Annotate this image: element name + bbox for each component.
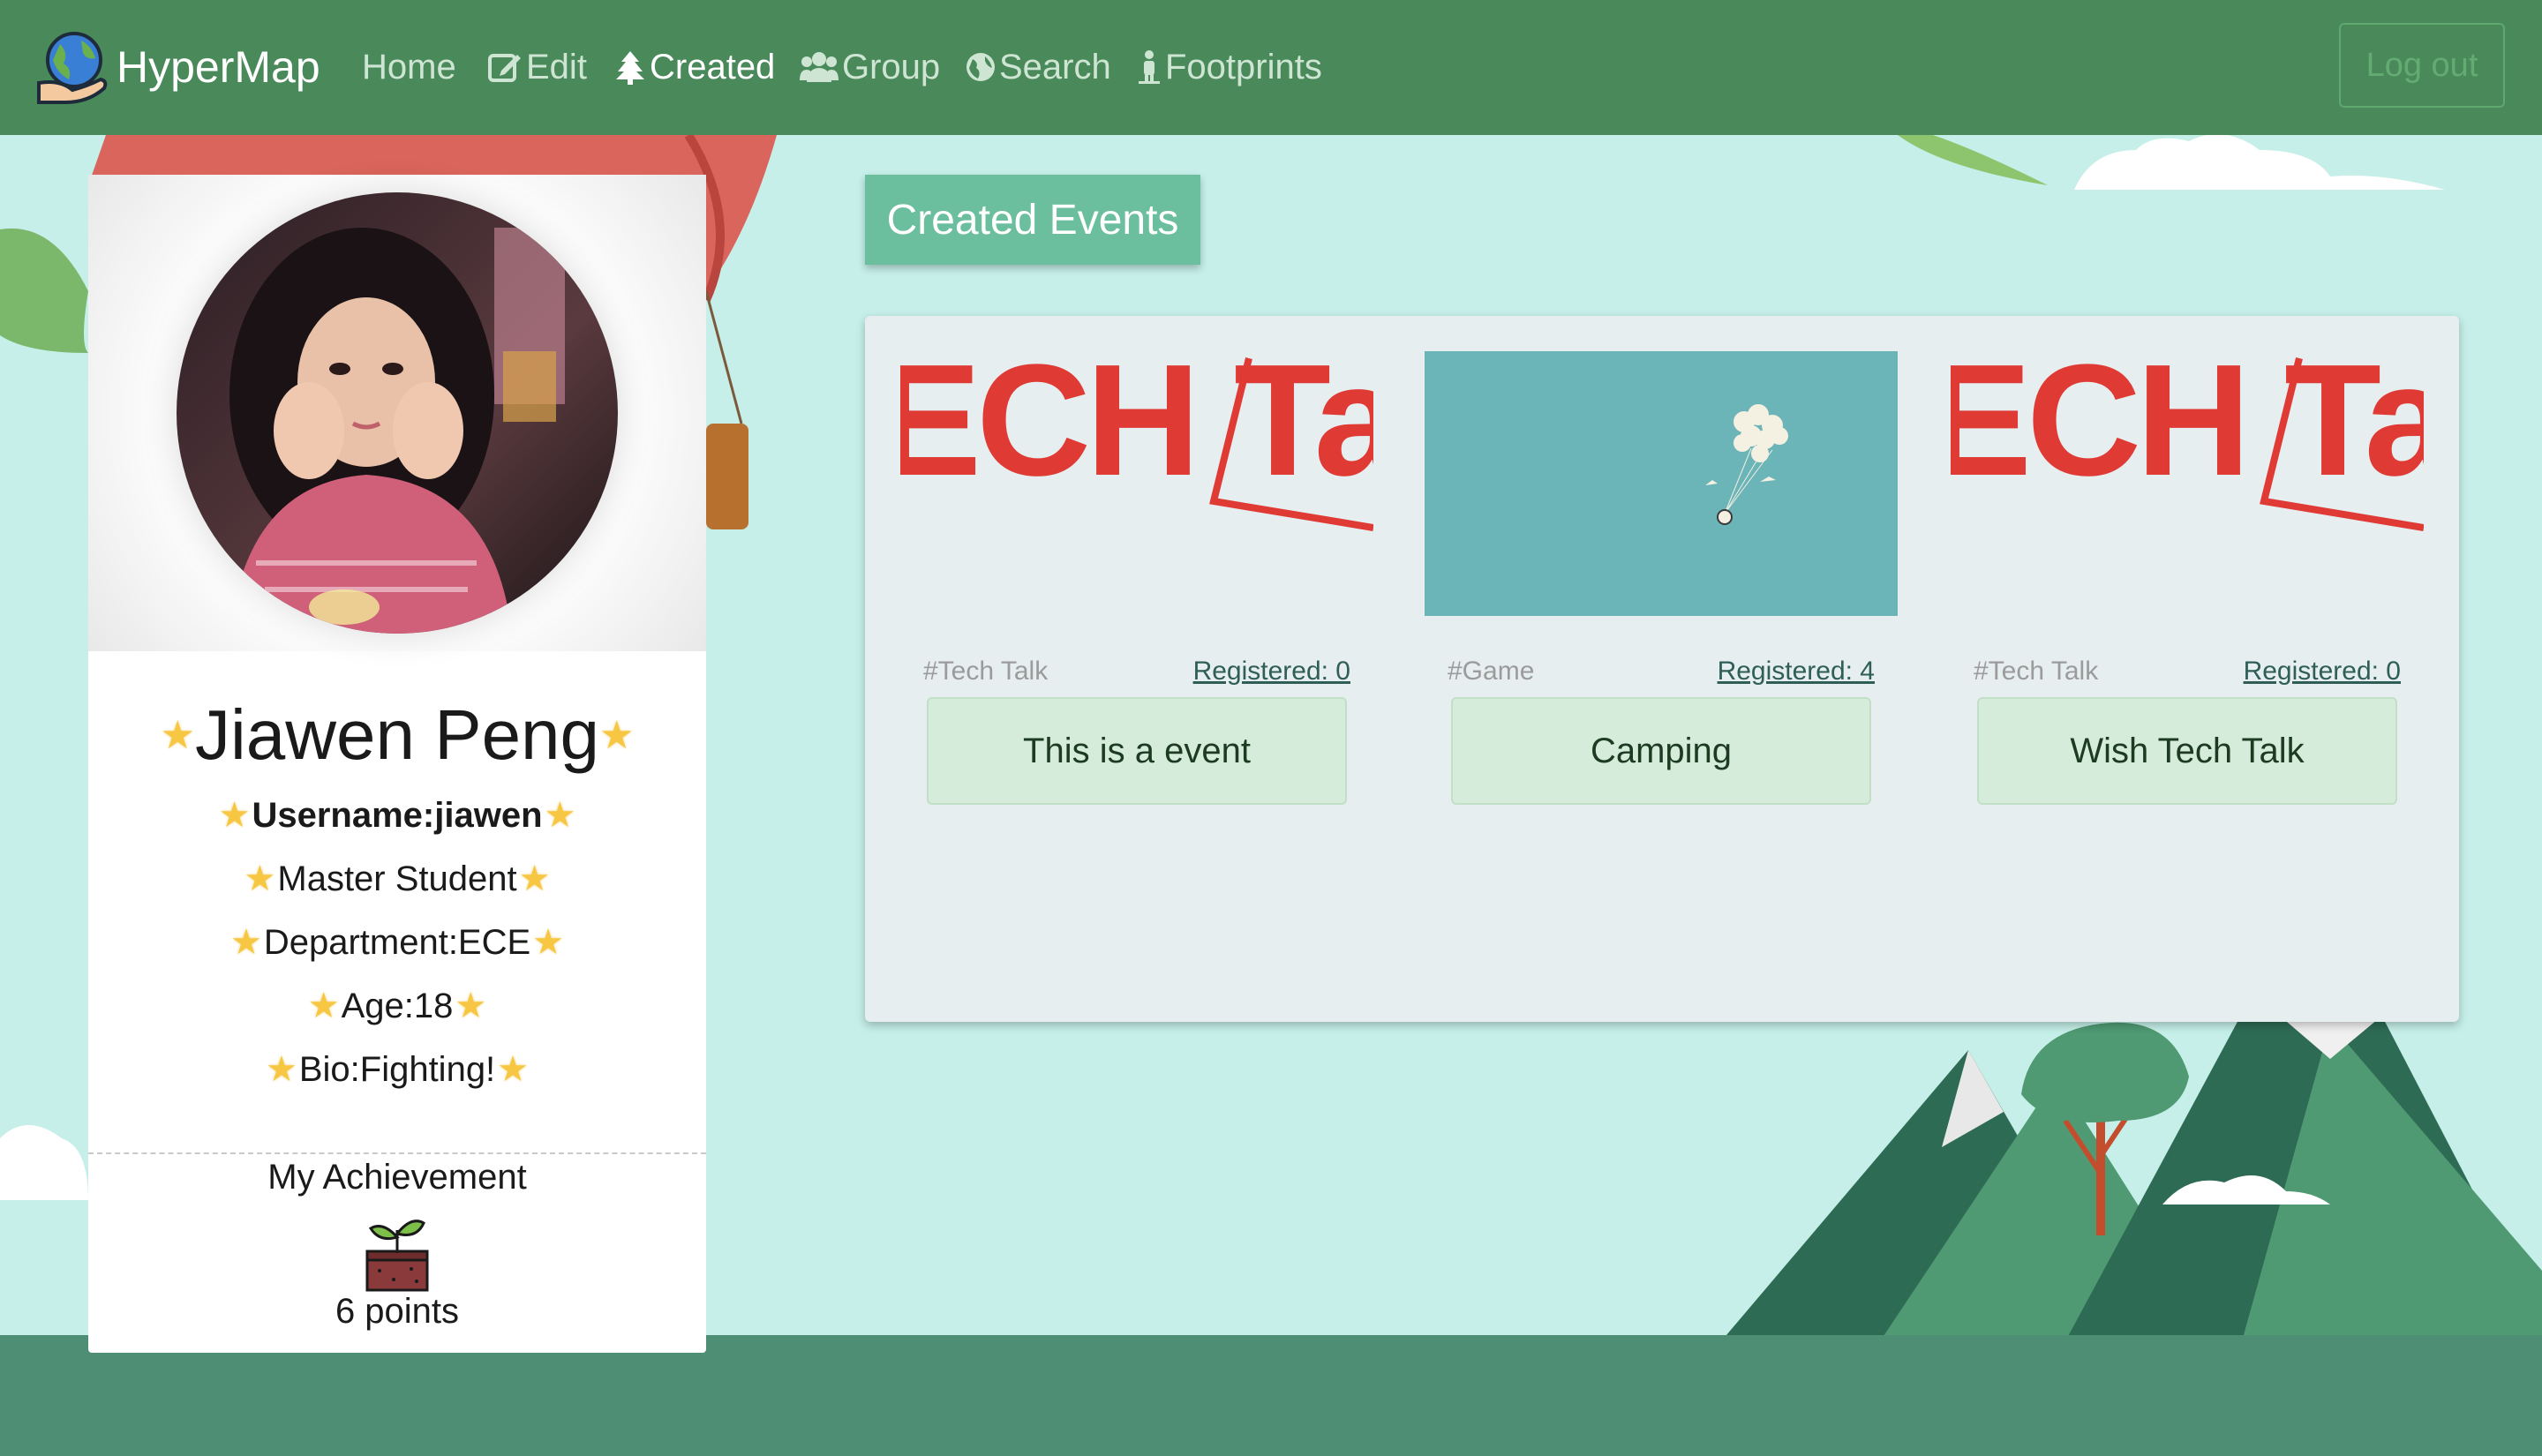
banner-text: ECH Ta [1951, 351, 2424, 509]
nav-edit[interactable]: Edit [487, 41, 587, 94]
top-navbar: HyperMap Home Edit Created Group Search … [0, 0, 2542, 135]
brand-link[interactable]: HyperMap [34, 28, 320, 106]
profile-age-row: ★ Age:18 ★ [88, 981, 706, 1031]
person-icon [1139, 50, 1160, 84]
event-card: ECH Ta #Tech Talk Registered: 0 This is … [900, 316, 1377, 810]
logout-button[interactable]: Log out [2339, 23, 2505, 108]
globe-icon [966, 53, 995, 81]
ground-strip [0, 1335, 2542, 1456]
tech-talk-banner: ECH Ta [900, 351, 1373, 531]
profile-role: Master Student [277, 859, 517, 898]
sprout-icon [365, 1220, 429, 1292]
star-icon: ★ [455, 987, 487, 1025]
profile-card: ★ Jiawen Peng ★ ★ Username:jiawen ★ ★ Ma… [88, 175, 706, 1353]
event-tag: #Game [1448, 657, 1535, 686]
nav-footprints-label: Footprints [1165, 47, 1322, 86]
star-icon: ★ [218, 796, 251, 835]
balloon-illustration [1705, 404, 1788, 525]
star-icon: ★ [307, 987, 340, 1025]
achievement-divider [88, 1152, 706, 1154]
profile-bio-row: ★ Bio:Fighting! ★ [88, 1045, 706, 1094]
nav-home[interactable]: Home [362, 41, 456, 94]
edit-icon [488, 54, 521, 82]
nav-edit-label: Edit [526, 47, 587, 86]
nav-created-label: Created [650, 47, 776, 86]
event-tag: #Tech Talk [923, 657, 1049, 686]
achievement-points: 6 points [335, 1292, 460, 1331]
event-registered-link[interactable]: Registered: 4 [1718, 657, 1875, 687]
event-registered-link[interactable]: Registered: 0 [1193, 657, 1350, 687]
achievement-title: My Achievement [267, 1158, 527, 1197]
star-icon: ★ [518, 859, 551, 898]
profile-role-row: ★ Master Student ★ [88, 854, 706, 904]
profile-username-row: ★ Username:jiawen ★ [88, 791, 706, 840]
star-icon: ★ [497, 1050, 530, 1089]
events-panel: ECH Ta #Tech Talk Registered: 0 This is … [865, 316, 2459, 1022]
star-icon: ★ [532, 923, 565, 962]
profile-bio: Bio:Fighting! [298, 1049, 496, 1089]
globe-hand-icon [37, 32, 108, 104]
event-tag: #Tech Talk [1974, 657, 2099, 686]
nav-group-label: Group [842, 47, 941, 86]
event-name-button[interactable]: This is a event [927, 697, 1347, 805]
profile-name-row: ★ Jiawen Peng ★ [88, 691, 706, 779]
event-registered-link[interactable]: Registered: 0 [2244, 657, 2401, 687]
event-name-button[interactable]: Camping [1451, 697, 1871, 805]
event-card: ECH Ta #Tech Talk Registered: 0 Wish Tec… [1951, 316, 2427, 810]
tree-icon [616, 51, 644, 85]
star-icon: ★ [160, 713, 195, 757]
event-image[interactable]: ECH Ta [1951, 351, 2424, 616]
star-icon: ★ [265, 1050, 297, 1089]
event-name-button[interactable]: Wish Tech Talk [1977, 697, 2397, 805]
group-icon [800, 52, 839, 82]
profile-photo-area [88, 175, 706, 651]
profile-avatar [177, 192, 618, 634]
nav-group[interactable]: Group [800, 41, 940, 94]
profile-age: Age:18 [341, 986, 454, 1025]
created-events-button[interactable]: Created Events [865, 175, 1200, 265]
star-icon: ★ [229, 923, 262, 962]
event-card: #Game Registered: 4 Camping [1425, 316, 1901, 810]
nav-footprints[interactable]: Footprints [1137, 41, 1322, 94]
brand-name: HyperMap [117, 42, 320, 92]
nav-created[interactable]: Created [614, 41, 775, 94]
tech-talk-banner: ECH Ta [1951, 351, 2424, 531]
profile-department-row: ★ Department:ECE ★ [88, 918, 706, 967]
profile-name: Jiawen Peng [194, 695, 600, 774]
nav-search-label: Search [999, 47, 1111, 86]
profile-username: Username:jiawen [252, 795, 543, 835]
nav-search[interactable]: Search [966, 41, 1111, 94]
banner-text: ECH Ta [900, 351, 1373, 509]
event-image[interactable] [1425, 351, 1898, 616]
nav-home-label: Home [362, 47, 456, 86]
star-icon: ★ [544, 796, 576, 835]
star-icon: ★ [599, 713, 635, 757]
event-image[interactable]: ECH Ta [900, 351, 1373, 616]
star-icon: ★ [244, 859, 276, 898]
profile-department: Department:ECE [263, 922, 531, 962]
